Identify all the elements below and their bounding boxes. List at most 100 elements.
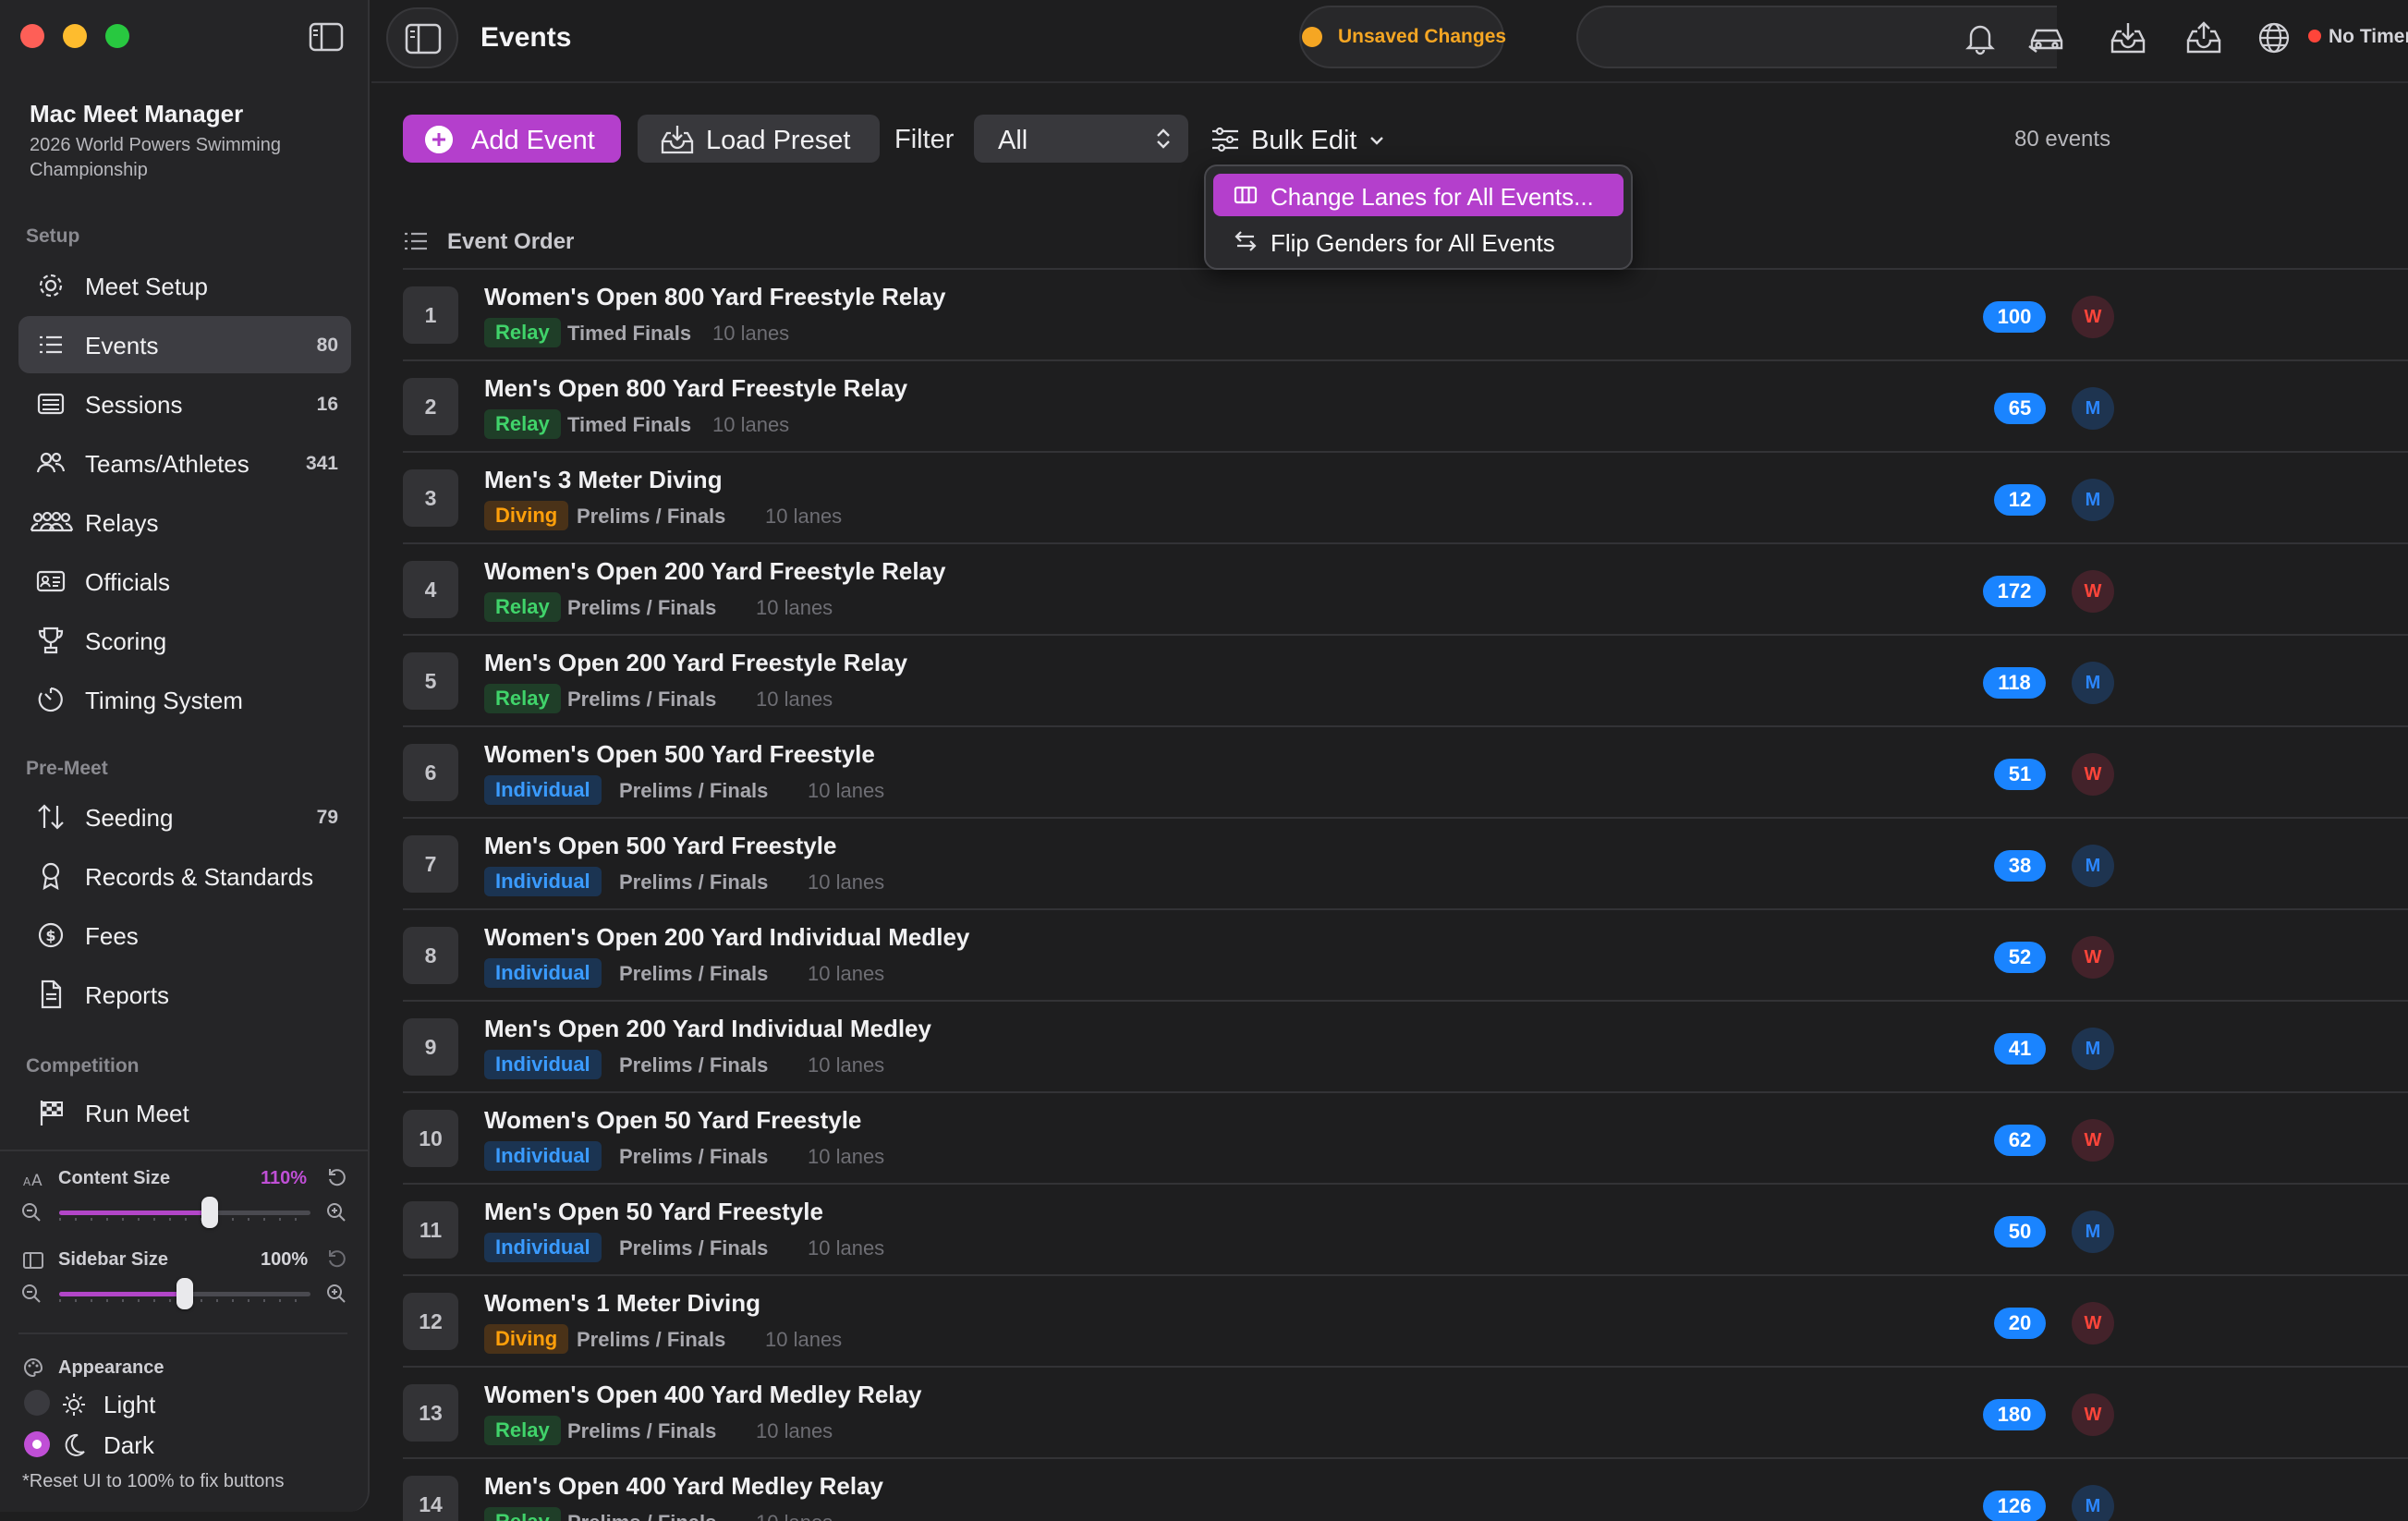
event-row[interactable]: 6 Women's Open 500 Yard Freestyle Individu… [403,727,2408,819]
event-lanes: 10 lanes [756,596,833,619]
timer-status-label[interactable]: No Timer [2329,26,2408,48]
zoom-out-icon[interactable] [20,1201,43,1223]
sidebar-size-slider[interactable] [59,1278,310,1309]
sidebar-item-scoring[interactable]: Scoring [18,612,351,669]
content-size-slider[interactable] [59,1197,310,1228]
event-type-badge: Relay [484,409,561,439]
unsaved-changes-label[interactable]: Unsaved Changes [1338,26,1506,48]
event-type-badge: Diving [484,1324,569,1354]
event-format: Timed Finals [567,322,692,345]
sidebar-item-relays[interactable]: Relays [18,493,351,551]
globe-icon[interactable] [2256,20,2292,55]
event-row[interactable]: 7 Men's Open 500 Yard Freestyle Individual… [403,819,2408,910]
appearance-light-radio[interactable] [24,1390,50,1416]
sidebar-item-sessions[interactable]: Sessions 16 [18,375,351,432]
sidebar-divider [18,1332,347,1334]
entry-count-badge: 180 [1983,1399,2046,1430]
gender-badge: W [2072,570,2114,613]
section-label-competition: Competition [26,1055,140,1077]
sidebar-toggle-icon [405,23,442,55]
sidebar-item-officials[interactable]: Officials [18,553,351,610]
window-zoom-button[interactable] [105,24,129,48]
appearance-light-label[interactable]: Light [103,1391,155,1419]
event-lanes: 10 lanes [765,1328,843,1351]
plus-circle-icon [425,126,453,153]
sidebar-size-knob[interactable] [176,1278,193,1309]
event-row[interactable]: 13 Women's Open 400 Yard Medley Relay Rela… [403,1368,2408,1459]
sidebar-item-label: Meet Setup [85,273,208,300]
entry-count-badge: 118 [1983,667,2046,699]
bulk-edit-menu-button[interactable]: Bulk Edit [1207,115,1392,163]
entry-count-badge: 100 [1983,301,2046,333]
sidebar-item-label: Sessions [85,391,183,419]
sidebar-item-run-meet[interactable]: Run Meet [18,1084,351,1141]
svg-text:A: A [23,1175,31,1188]
zoom-out-icon[interactable] [20,1283,43,1305]
tray-upload-icon[interactable] [2184,20,2223,55]
add-event-button[interactable]: Add Event [403,115,621,163]
content-size-ticks [59,1218,310,1221]
event-row[interactable]: 1 Women's Open 800 Yard Freestyle Relay Re… [403,270,2408,361]
sidebar-item-events[interactable]: Events 80 [18,316,351,373]
menu-item-label: Flip Genders for All Events [1271,229,1555,257]
reset-icon[interactable] [325,1247,347,1270]
event-type-badge: Individual [484,1141,602,1171]
event-row[interactable]: 9 Men's Open 200 Yard Individual Medley In… [403,1002,2408,1093]
event-row[interactable]: 2 Men's Open 800 Yard Freestyle Relay Rela… [403,361,2408,453]
event-row[interactable]: 11 Men's Open 50 Yard Freestyle Individual… [403,1185,2408,1276]
event-row[interactable]: 10 Women's Open 50 Yard Freestyle Individu… [403,1093,2408,1185]
appearance-dark-radio[interactable] [24,1431,50,1457]
menu-item-change-lanes[interactable]: Change Lanes for All Events... [1213,174,1624,216]
list-icon [405,232,427,250]
filter-select[interactable]: All [974,115,1188,163]
event-type-badge: Individual [484,867,602,896]
sidebar: Mac Meet Manager 2026 World Powers Swimm… [0,0,370,1512]
event-row[interactable]: 4 Women's Open 200 Yard Freestyle Relay Re… [403,544,2408,636]
sidebar-size-label: Sidebar Size [58,1249,168,1270]
gender-badge: M [2072,1028,2114,1070]
sidebar-item-seeding[interactable]: Seeding 79 [18,788,351,846]
sidebar-item-timing-system[interactable]: Timing System [18,671,351,728]
event-row[interactable]: 3 Men's 3 Meter Diving Diving Prelims / Fin… [403,453,2408,544]
content-size-knob[interactable] [201,1197,219,1228]
sliders-icon [1212,127,1238,152]
zoom-in-icon[interactable] [325,1201,347,1223]
reset-icon[interactable] [325,1166,347,1188]
sidebar-item-teams-athletes[interactable]: Teams/Athletes 341 [18,434,351,492]
car-icon[interactable] [2025,20,2068,55]
columns-icon [1234,186,1258,204]
meet-name: 2026 World Powers Swimming Championship [30,135,281,180]
event-lanes: 10 lanes [765,505,843,528]
zoom-in-icon[interactable] [325,1283,347,1305]
chevron-down-icon [1370,137,1383,145]
sidebar-item-meet-setup[interactable]: Meet Setup [18,257,351,314]
window-minimize-button[interactable] [63,24,87,48]
sidebar-item-records-standards[interactable]: Records & Standards [18,847,351,905]
window-close-button[interactable] [20,24,44,48]
main-sidebar-toggle-button[interactable] [386,7,458,68]
event-row[interactable]: 12 Women's 1 Meter Diving Diving Prelims / … [403,1276,2408,1368]
menu-item-flip-genders[interactable]: Flip Genders for All Events [1213,220,1624,262]
bulk-edit-label: Bulk Edit [1251,126,1357,155]
sidebar-item-label: Timing System [85,687,243,714]
sidebar-item-fees[interactable]: $ Fees [18,907,351,964]
sidebar-size-value: 100% [261,1249,309,1270]
event-row[interactable]: 14 Men's Open 400 Yard Medley Relay Relay P… [403,1459,2408,1521]
event-row[interactable]: 8 Women's Open 200 Yard Individual Medley… [403,910,2408,1002]
gender-badge: M [2072,1485,2114,1521]
event-title: Women's Open 200 Yard Freestyle Relay [484,557,946,585]
appearance-dark-label[interactable]: Dark [103,1431,154,1460]
gender-badge: W [2072,1393,2114,1436]
sidebar-item-label: Relays [85,509,159,537]
tray-download-icon[interactable] [2109,20,2147,55]
sidebar-toggle-icon[interactable] [309,22,344,52]
page-title: Events [480,22,572,53]
load-preset-button[interactable]: Load Preset [638,115,880,163]
event-lanes: 10 lanes [712,413,790,436]
event-row[interactable]: 5 Men's Open 200 Yard Freestyle Relay Rela… [403,636,2408,727]
moon-icon [65,1433,85,1456]
sidebar-item-reports[interactable]: Reports [18,966,351,1023]
gear-icon [39,274,63,298]
ribbon-icon [42,862,60,891]
bell-icon[interactable] [1963,20,1998,55]
